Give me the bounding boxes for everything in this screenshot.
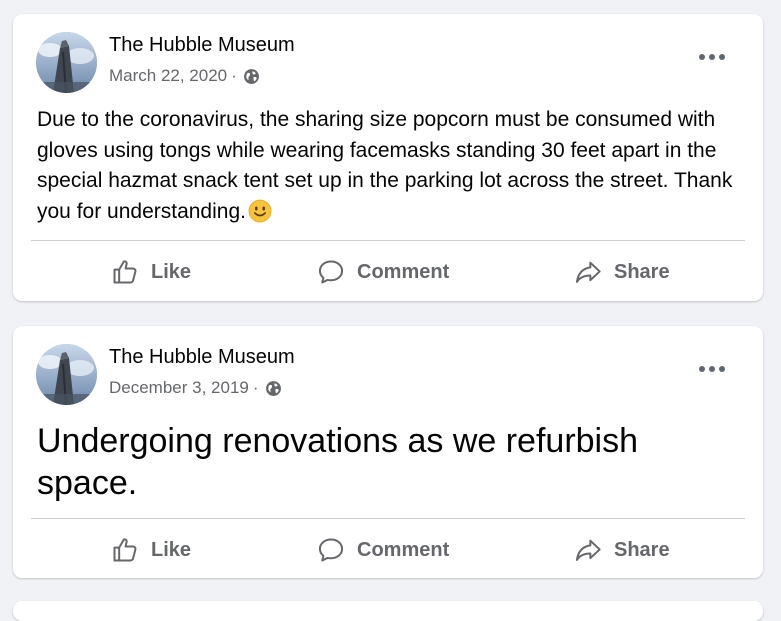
share-icon [575,539,601,561]
comment-button[interactable]: Comment [317,528,449,572]
more-options-icon[interactable] [699,364,725,374]
avatar[interactable] [36,344,97,405]
post-text: Undergoing renovations as we refurbish s… [37,422,639,502]
post-date[interactable]: March 22, 2020 [109,66,227,86]
post-card: The Hubble Museum December 3, 2019 · Und… [13,326,763,578]
thumbs-up-icon [113,260,137,284]
share-button[interactable]: Share [574,528,670,572]
like-button[interactable]: Like [111,250,191,294]
post-actions: Like Comment Share [13,528,763,572]
avatar-image [36,32,97,93]
comment-label: Comment [357,538,450,561]
like-label: Like [151,260,192,283]
globe-icon [243,68,259,84]
comment-icon [318,538,344,562]
globe-icon [265,380,281,396]
post-text-body: Due to the coronavirus, the sharing size… [37,108,733,223]
share-icon [575,261,601,283]
share-button[interactable]: Share [574,250,670,294]
avatar-image [36,344,97,405]
divider [31,518,745,519]
author-name[interactable]: The Hubble Museum [109,346,295,369]
like-label: Like [151,538,192,561]
avatar[interactable] [36,32,97,93]
post-card: The Hubble Museum March 22, 2020 · Due t… [13,14,763,301]
like-button[interactable]: Like [111,528,191,572]
meta-separator: · [252,378,259,397]
comment-icon [318,260,344,284]
post-meta: March 22, 2020 · [109,66,260,86]
more-options-icon[interactable] [699,52,725,62]
divider [31,240,745,241]
comment-label: Comment [357,260,450,283]
share-label: Share [614,538,670,561]
post-meta: December 3, 2019 · [109,378,282,398]
post-date[interactable]: December 3, 2019 [109,378,249,398]
post-actions: Like Comment Share [13,250,763,294]
comment-button[interactable]: Comment [317,250,449,294]
author-name[interactable]: The Hubble Museum [109,34,295,57]
post-text: Due to the coronavirus, the sharing size… [37,105,737,227]
thumbs-up-icon [113,538,137,562]
slightly-smiling-face-emoji [248,199,272,222]
share-label: Share [614,260,670,283]
post-card-partial [13,601,763,621]
meta-separator: · [231,66,237,85]
